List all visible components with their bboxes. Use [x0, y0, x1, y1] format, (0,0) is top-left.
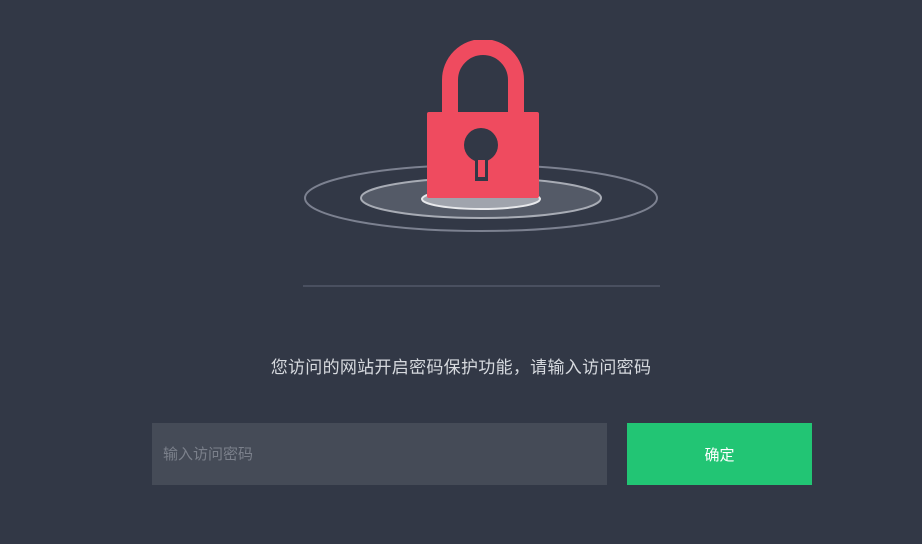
protection-message: 您访问的网站开启密码保护功能，请输入访问密码: [270, 358, 652, 378]
password-input[interactable]: [152, 423, 607, 485]
padlock-illustration: [300, 40, 662, 240]
keyhole-slot-inner: [478, 160, 485, 177]
padlock-icon: [304, 40, 658, 232]
confirm-button[interactable]: 确定: [627, 423, 812, 485]
lock-shackle: [442, 40, 524, 112]
divider: [303, 285, 660, 287]
